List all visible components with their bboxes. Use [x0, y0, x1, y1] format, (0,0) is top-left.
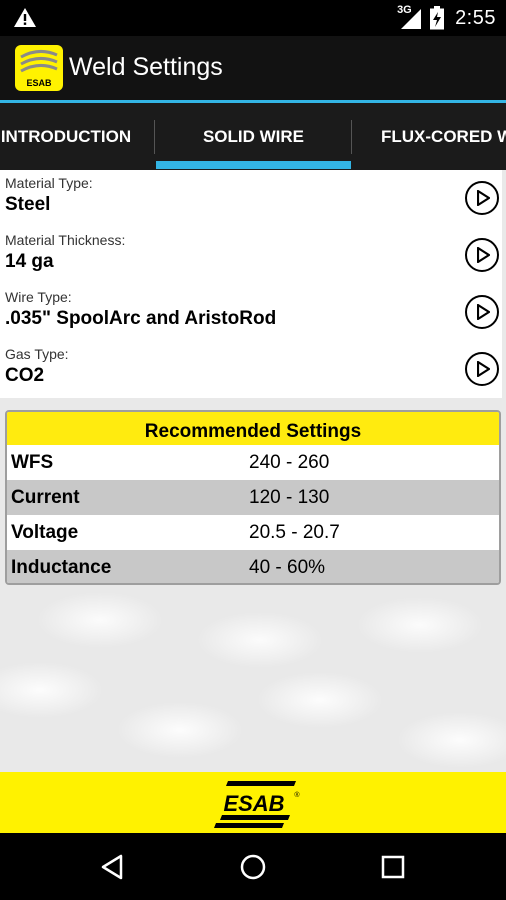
registered-mark: ®: [294, 791, 300, 799]
settings-row: Inductance 40 - 60%: [7, 550, 499, 583]
settings-row: Current 120 - 130: [7, 480, 499, 515]
setting-value: 40 - 60%: [249, 557, 326, 578]
wire-type-selector[interactable]: Wire Type: .035" SpoolArc and AristoRod: [0, 284, 502, 341]
selector-label: Material Thickness:: [5, 232, 126, 248]
home-icon[interactable]: [235, 849, 271, 885]
brand-text: ESAB: [223, 791, 284, 816]
gas-type-selector[interactable]: Gas Type: CO2: [0, 341, 502, 398]
battery-charging-icon: [430, 6, 445, 30]
back-icon[interactable]: [95, 849, 131, 885]
clock: 2:55: [455, 6, 496, 29]
selector-label: Material Type:: [5, 175, 93, 191]
logo-text: ESAB: [26, 78, 52, 88]
warning-icon: [14, 8, 36, 27]
selector-label: Wire Type:: [5, 289, 72, 305]
tab-introduction[interactable]: INTRODUCTION: [0, 103, 144, 170]
tab-separator: [154, 120, 155, 154]
play-circle-icon[interactable]: [465, 238, 499, 272]
esab-logo[interactable]: ESAB ®: [208, 777, 300, 829]
recommended-settings-title: Recommended Settings: [7, 412, 499, 445]
selector-value: CO2: [5, 365, 45, 386]
selector-value: 14 ga: [5, 251, 54, 272]
play-circle-icon[interactable]: [465, 352, 499, 386]
selector-value: Steel: [5, 194, 51, 215]
setting-value: 20.5 - 20.7: [249, 522, 340, 543]
navigation-bar: [0, 833, 506, 900]
material-type-selector[interactable]: Material Type: Steel: [0, 170, 502, 227]
selector-value: .035" SpoolArc and AristoRod: [5, 308, 277, 329]
content-area: Material Type: Steel Material Thickness:…: [0, 170, 506, 772]
setting-value: 120 - 130: [249, 487, 330, 508]
app-bar: ESAB Weld Settings: [0, 36, 506, 100]
status-icons: 3G 2:55: [397, 4, 496, 31]
selector-label: Gas Type:: [5, 346, 69, 362]
setting-value: 240 - 260: [249, 452, 330, 473]
tab-strip: INTRODUCTION SOLID WIRE FLUX-CORED WI: [0, 103, 506, 170]
setting-name: Current: [11, 487, 80, 508]
tab-solid-wire[interactable]: SOLID WIRE: [156, 103, 351, 170]
play-circle-icon[interactable]: [465, 181, 499, 215]
recommended-settings-panel: Recommended Settings WFS 240 - 260 Curre…: [5, 410, 501, 585]
setting-name: WFS: [11, 452, 54, 473]
recents-icon[interactable]: [375, 849, 411, 885]
setting-name: Voltage: [11, 522, 79, 543]
selector-panel: Material Type: Steel Material Thickness:…: [0, 170, 502, 398]
status-bar: 3G 2:55: [0, 0, 506, 36]
setting-name: Inductance: [11, 557, 112, 578]
footer-brand-bar: ESAB ®: [0, 772, 506, 833]
settings-row: Voltage 20.5 - 20.7: [7, 515, 499, 550]
settings-row: WFS 240 - 260: [7, 445, 499, 480]
play-circle-icon[interactable]: [465, 295, 499, 329]
tab-flux-cored-wire[interactable]: FLUX-CORED WI: [352, 103, 506, 170]
material-thickness-selector[interactable]: Material Thickness: 14 ga: [0, 227, 502, 284]
esab-app-logo[interactable]: ESAB: [15, 45, 63, 91]
selected-tab-indicator: [156, 161, 351, 169]
signal-icon: 3G: [397, 4, 423, 30]
page-title: Weld Settings: [69, 53, 223, 81]
